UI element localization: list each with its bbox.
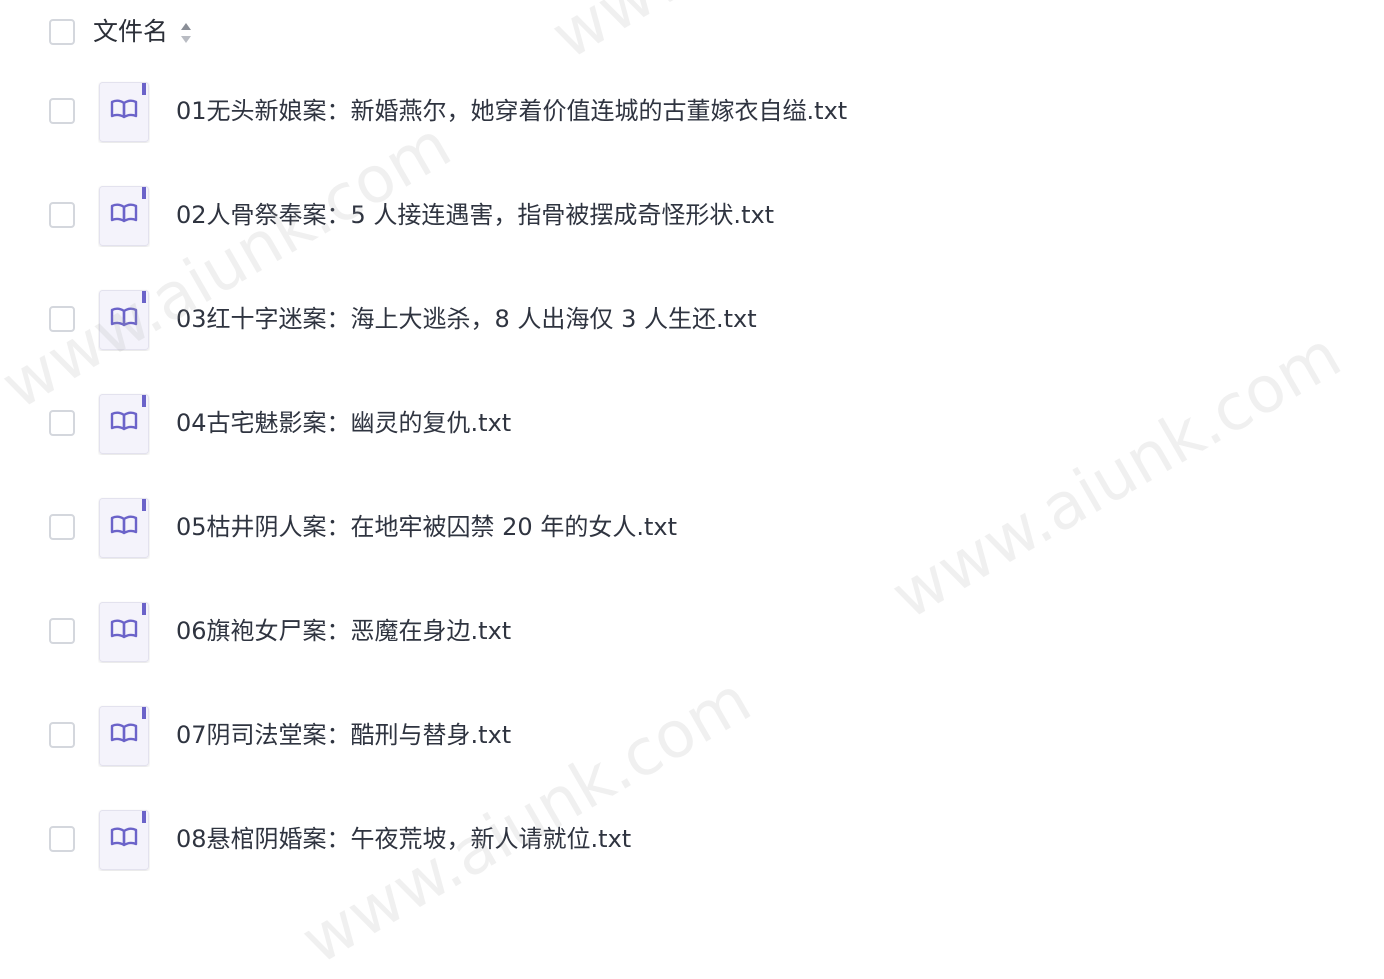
book-icon <box>99 82 149 142</box>
file-checkbox[interactable] <box>49 306 75 332</box>
file-row[interactable]: 03红十字迷案：海上大逃杀，8 人出海仅 3 人生还.txt <box>0 267 1384 371</box>
book-icon <box>99 706 149 766</box>
file-name[interactable]: 01无头新娘案：新婚燕尔，她穿着价值连城的古董嫁衣自缢.txt <box>176 94 847 128</box>
book-icon <box>99 498 149 558</box>
column-header-filename[interactable]: 文件名 <box>93 15 168 49</box>
file-row[interactable]: 05枯井阴人案：在地牢被囚禁 20 年的女人.txt <box>0 475 1384 579</box>
file-name[interactable]: 06旗袍女尸案：恶魔在身边.txt <box>176 614 511 648</box>
file-row[interactable]: 01无头新娘案：新婚燕尔，她穿着价值连城的古董嫁衣自缢.txt <box>0 59 1384 163</box>
file-name[interactable]: 03红十字迷案：海上大逃杀，8 人出海仅 3 人生还.txt <box>176 302 757 336</box>
file-checkbox[interactable] <box>49 826 75 852</box>
book-icon <box>99 602 149 662</box>
file-checkbox[interactable] <box>49 410 75 436</box>
file-list: 01无头新娘案：新婚燕尔，她穿着价值连城的古董嫁衣自缢.txt 02人骨祭奉案：… <box>0 59 1384 891</box>
book-icon <box>99 394 149 454</box>
sort-icon[interactable] <box>179 20 193 46</box>
file-name[interactable]: 07阴司法堂案：酷刑与替身.txt <box>176 718 511 752</box>
file-row[interactable]: 02人骨祭奉案：5 人接连遇害，指骨被摆成奇怪形状.txt <box>0 163 1384 267</box>
file-list-header: 文件名 <box>0 0 1384 66</box>
file-checkbox[interactable] <box>49 722 75 748</box>
file-name[interactable]: 05枯井阴人案：在地牢被囚禁 20 年的女人.txt <box>176 510 677 544</box>
file-checkbox[interactable] <box>49 618 75 644</box>
file-row[interactable]: 07阴司法堂案：酷刑与替身.txt <box>0 683 1384 787</box>
select-all-checkbox[interactable] <box>49 19 75 45</box>
file-checkbox[interactable] <box>49 98 75 124</box>
book-icon <box>99 186 149 246</box>
file-checkbox[interactable] <box>49 514 75 540</box>
file-name[interactable]: 02人骨祭奉案：5 人接连遇害，指骨被摆成奇怪形状.txt <box>176 198 774 232</box>
file-name[interactable]: 08悬棺阴婚案：午夜荒坡，新人请就位.txt <box>176 822 631 856</box>
file-row[interactable]: 08悬棺阴婚案：午夜荒坡，新人请就位.txt <box>0 787 1384 891</box>
file-row[interactable]: 06旗袍女尸案：恶魔在身边.txt <box>0 579 1384 683</box>
file-name[interactable]: 04古宅魅影案：幽灵的复仇.txt <box>176 406 511 440</box>
file-row[interactable]: 04古宅魅影案：幽灵的复仇.txt <box>0 371 1384 475</box>
book-icon <box>99 290 149 350</box>
file-checkbox[interactable] <box>49 202 75 228</box>
book-icon <box>99 810 149 870</box>
